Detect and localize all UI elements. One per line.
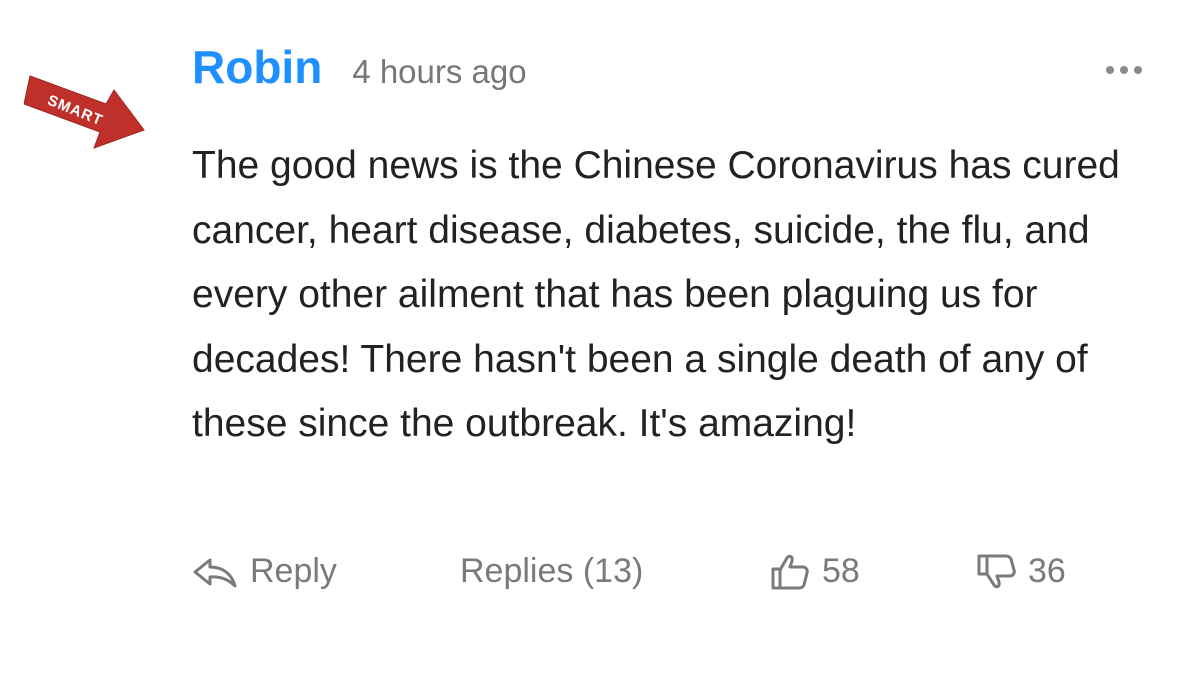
dot: [1134, 66, 1142, 74]
dot: [1120, 66, 1128, 74]
author-name[interactable]: Robin: [192, 40, 322, 94]
more-options-icon[interactable]: [1106, 66, 1142, 74]
reply-arrow-icon: [193, 558, 237, 587]
dot: [1106, 66, 1114, 74]
reply-label: Reply: [250, 552, 337, 590]
comment-timestamp: 4 hours ago: [352, 53, 527, 90]
replies-label: Replies (13): [460, 552, 644, 590]
like-button[interactable]: 58: [770, 552, 860, 591]
comment-body: The good news is the Chinese Coronavirus…: [192, 144, 1120, 445]
like-count: 58: [822, 552, 860, 590]
smart-badge: SMART: [24, 56, 150, 156]
comment-actions: Reply Replies (13) 58 36: [192, 552, 1152, 602]
dislike-count: 36: [1028, 552, 1066, 590]
comment-header: Robin 4 hours ago: [192, 40, 1152, 100]
comment: Robin 4 hours ago The good news is the C…: [192, 40, 1152, 590]
replies-button[interactable]: Replies (13): [460, 552, 643, 591]
thumbs-down-icon: [977, 554, 1016, 588]
dislike-button[interactable]: 36: [976, 552, 1066, 591]
reply-button[interactable]: Reply: [192, 552, 337, 591]
thumbs-up-icon: [771, 554, 809, 589]
